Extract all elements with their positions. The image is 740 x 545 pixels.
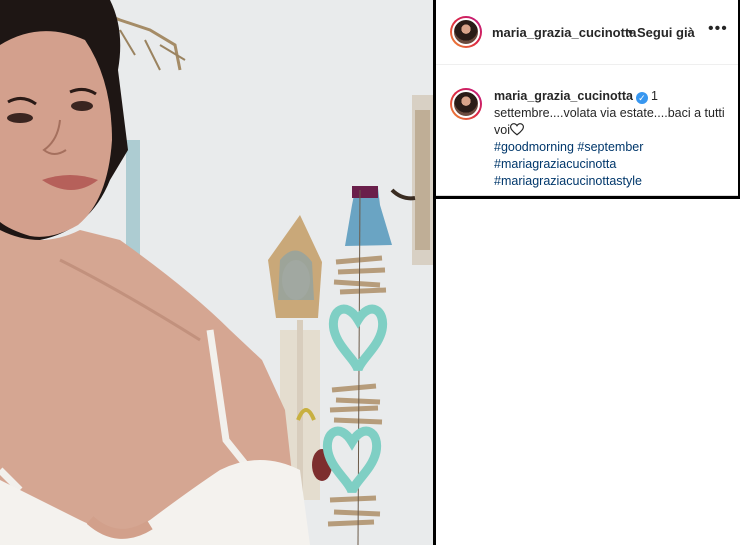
caption-avatar[interactable] — [450, 88, 482, 120]
avatar[interactable] — [450, 16, 482, 48]
following-button[interactable]: Segui già — [637, 25, 695, 40]
heart-outline-icon — [509, 123, 524, 136]
hashtag-link[interactable]: #mariagraziacucinotta — [494, 157, 616, 171]
hashtag-link[interactable]: #mariagraziacucinottastyle — [494, 174, 642, 188]
hashtag-link[interactable]: #september — [577, 140, 643, 154]
follow-separator: • — [628, 24, 633, 39]
post-side-panel: maria_grazia_cucinotta • Segui già ••• m… — [436, 0, 738, 196]
caption-username[interactable]: maria_grazia_cucinotta — [494, 89, 633, 103]
header-username[interactable]: maria_grazia_cucinotta — [492, 25, 637, 40]
more-options-icon[interactable]: ••• — [708, 20, 728, 38]
post-caption: maria_grazia_cucinotta ✓ 1 settembre....vo… — [436, 80, 738, 195]
photo-illustration — [0, 0, 433, 545]
post-photo[interactable] — [0, 0, 436, 545]
hashtag-link[interactable]: #goodmorning — [494, 140, 574, 154]
caption-text-block: maria_grazia_cucinotta ✓ 1 settembre....vo… — [494, 88, 726, 190]
instagram-post-view: maria_grazia_cucinotta • Segui già ••• m… — [0, 0, 740, 545]
verified-badge-icon: ✓ — [635, 92, 648, 104]
post-header: maria_grazia_cucinotta • Segui già ••• — [436, 0, 738, 65]
